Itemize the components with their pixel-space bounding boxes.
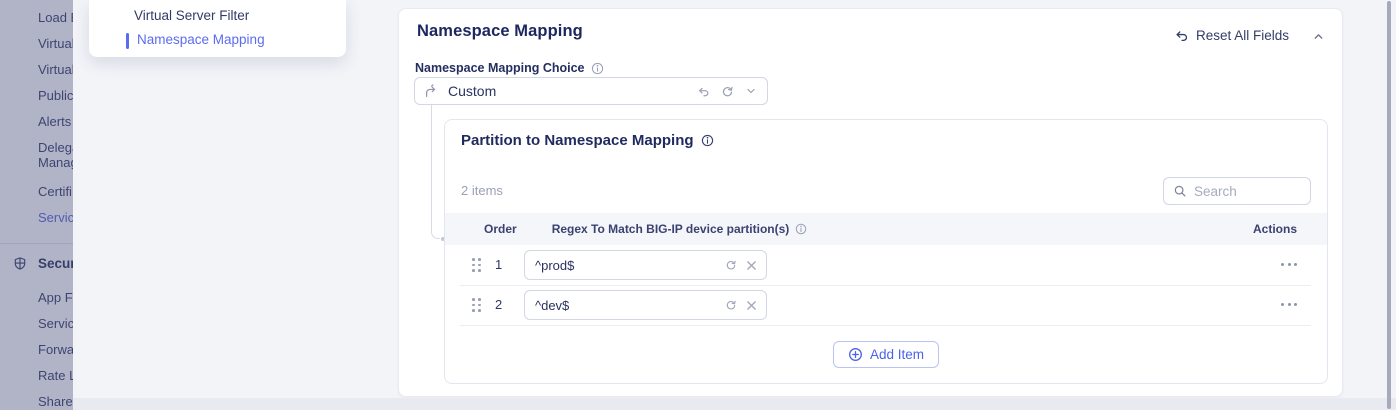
info-circle-icon[interactable]	[701, 134, 714, 147]
ellipsis-actions-icon[interactable]	[1281, 263, 1297, 266]
regex-input-wrap	[524, 290, 767, 320]
section-title: Partition to Namespace Mapping	[461, 132, 714, 149]
add-item-button[interactable]: Add Item	[833, 341, 939, 368]
modal-dim-overlay	[0, 0, 73, 410]
column-regex: Regex To Match BIG-IP device partition(s…	[552, 222, 790, 236]
partition-mapping-section: Partition to Namespace Mapping 2 items O…	[444, 119, 1328, 384]
undo-arrow-icon	[1174, 28, 1189, 43]
undo-arrow-icon[interactable]	[697, 85, 710, 98]
page-title: Namespace Mapping	[417, 22, 583, 41]
chevron-down-icon[interactable]	[745, 85, 757, 97]
namespace-mapping-card: Namespace Mapping Reset All Fields Names…	[398, 8, 1343, 397]
search-box[interactable]	[1163, 177, 1311, 205]
regex-input-wrap	[524, 250, 767, 280]
items-count: 2 items	[461, 183, 503, 198]
order-value: 1	[495, 257, 502, 272]
bottom-edge-band	[73, 398, 1396, 410]
menu-item-namespace-mapping[interactable]: Namespace Mapping	[137, 32, 265, 47]
plus-circle-icon	[848, 347, 863, 362]
column-order: Order	[484, 222, 517, 236]
section-title-text: Partition to Namespace Mapping	[461, 132, 694, 149]
regex-input[interactable]	[535, 258, 675, 273]
reset-all-fields-label: Reset All Fields	[1196, 28, 1289, 43]
order-value: 2	[495, 297, 502, 312]
column-actions: Actions	[1253, 222, 1297, 236]
info-circle-icon[interactable]	[795, 223, 807, 235]
reset-all-fields-button[interactable]: Reset All Fields	[1174, 28, 1289, 43]
branch-split-icon	[424, 84, 439, 99]
chevron-up-icon[interactable]	[1312, 30, 1325, 43]
refresh-icon[interactable]	[725, 259, 737, 271]
form-tree-connector	[431, 105, 440, 239]
table-row: 1	[445, 245, 1327, 285]
add-item-label: Add Item	[870, 347, 924, 362]
magnifier-icon	[1173, 184, 1187, 198]
search-input[interactable]	[1194, 184, 1294, 199]
table-row: 2	[445, 285, 1327, 325]
menu-item-virtual-server-filter[interactable]: Virtual Server Filter	[134, 8, 249, 23]
row-divider	[460, 325, 1311, 326]
section-menu-panel: Virtual Server Filter Namespace Mapping	[89, 0, 346, 57]
active-item-bar	[126, 33, 129, 49]
info-circle-icon[interactable]	[591, 62, 604, 75]
choice-select-value: Custom	[448, 83, 496, 99]
drag-handle-icon[interactable]	[472, 258, 482, 272]
x-clear-icon[interactable]	[746, 300, 757, 311]
refresh-icon[interactable]	[725, 299, 737, 311]
x-clear-icon[interactable]	[746, 260, 757, 271]
choice-field-label: Namespace Mapping Choice	[415, 61, 604, 75]
ellipsis-actions-icon[interactable]	[1281, 303, 1297, 306]
vertical-scrollbar[interactable]	[1387, 1, 1391, 409]
choice-field-label-text: Namespace Mapping Choice	[415, 61, 585, 75]
drag-handle-icon[interactable]	[472, 298, 482, 312]
refresh-icon[interactable]	[721, 85, 734, 98]
table-header: Order Regex To Match BIG-IP device parti…	[445, 213, 1327, 245]
regex-input[interactable]	[535, 298, 675, 313]
namespace-mapping-choice-select[interactable]: Custom	[414, 77, 768, 105]
